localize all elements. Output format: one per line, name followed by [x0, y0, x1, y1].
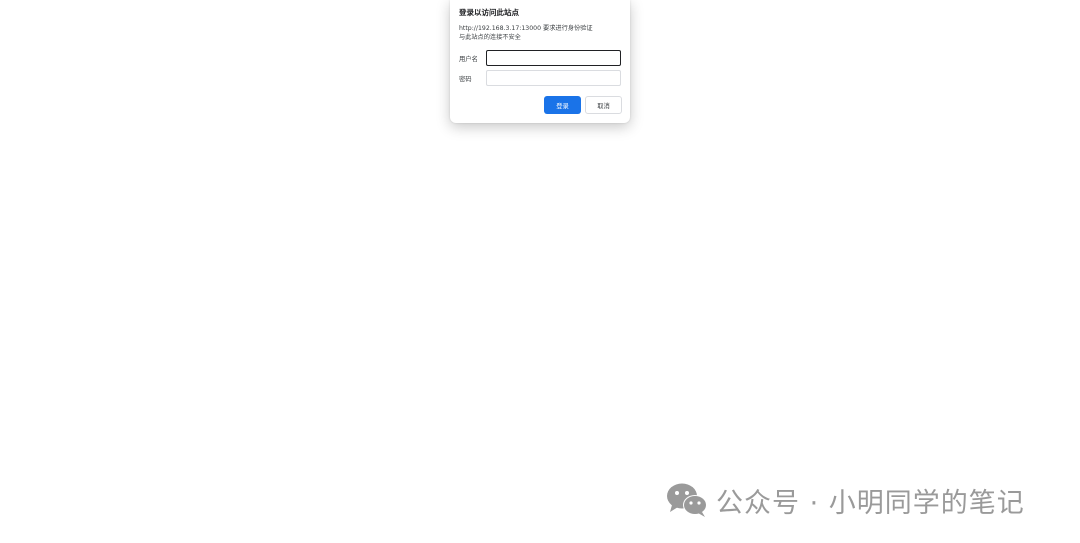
username-row: 用户名 — [459, 50, 622, 66]
cancel-button[interactable]: 取消 — [585, 96, 622, 114]
dialog-message-warning: 与此站点的连接不安全 — [459, 34, 521, 41]
password-input[interactable] — [486, 70, 621, 86]
password-row: 密码 — [459, 70, 622, 86]
dialog-message: http://192.168.3.17:13000 要求进行身份验证 与此站点的… — [459, 24, 621, 42]
wechat-icon — [667, 483, 707, 517]
dialog-message-url: http://192.168.3.17:13000 要求进行身份验证 — [459, 25, 593, 32]
login-button[interactable]: 登录 — [544, 96, 581, 114]
watermark: 公众号 · 小明同学的笔记 — [666, 482, 1025, 519]
username-label: 用户名 — [459, 56, 478, 63]
auth-dialog: 登录以访问此站点 http://192.168.3.17:13000 要求进行身… — [450, 0, 630, 123]
dialog-title: 登录以访问此站点 — [459, 8, 519, 17]
browser-page: 登录以访问此站点 http://192.168.3.17:13000 要求进行身… — [0, 0, 1080, 543]
username-input[interactable] — [486, 50, 621, 66]
watermark-text: 公众号 · 小明同学的笔记 — [716, 487, 1025, 519]
password-label: 密码 — [459, 76, 472, 83]
